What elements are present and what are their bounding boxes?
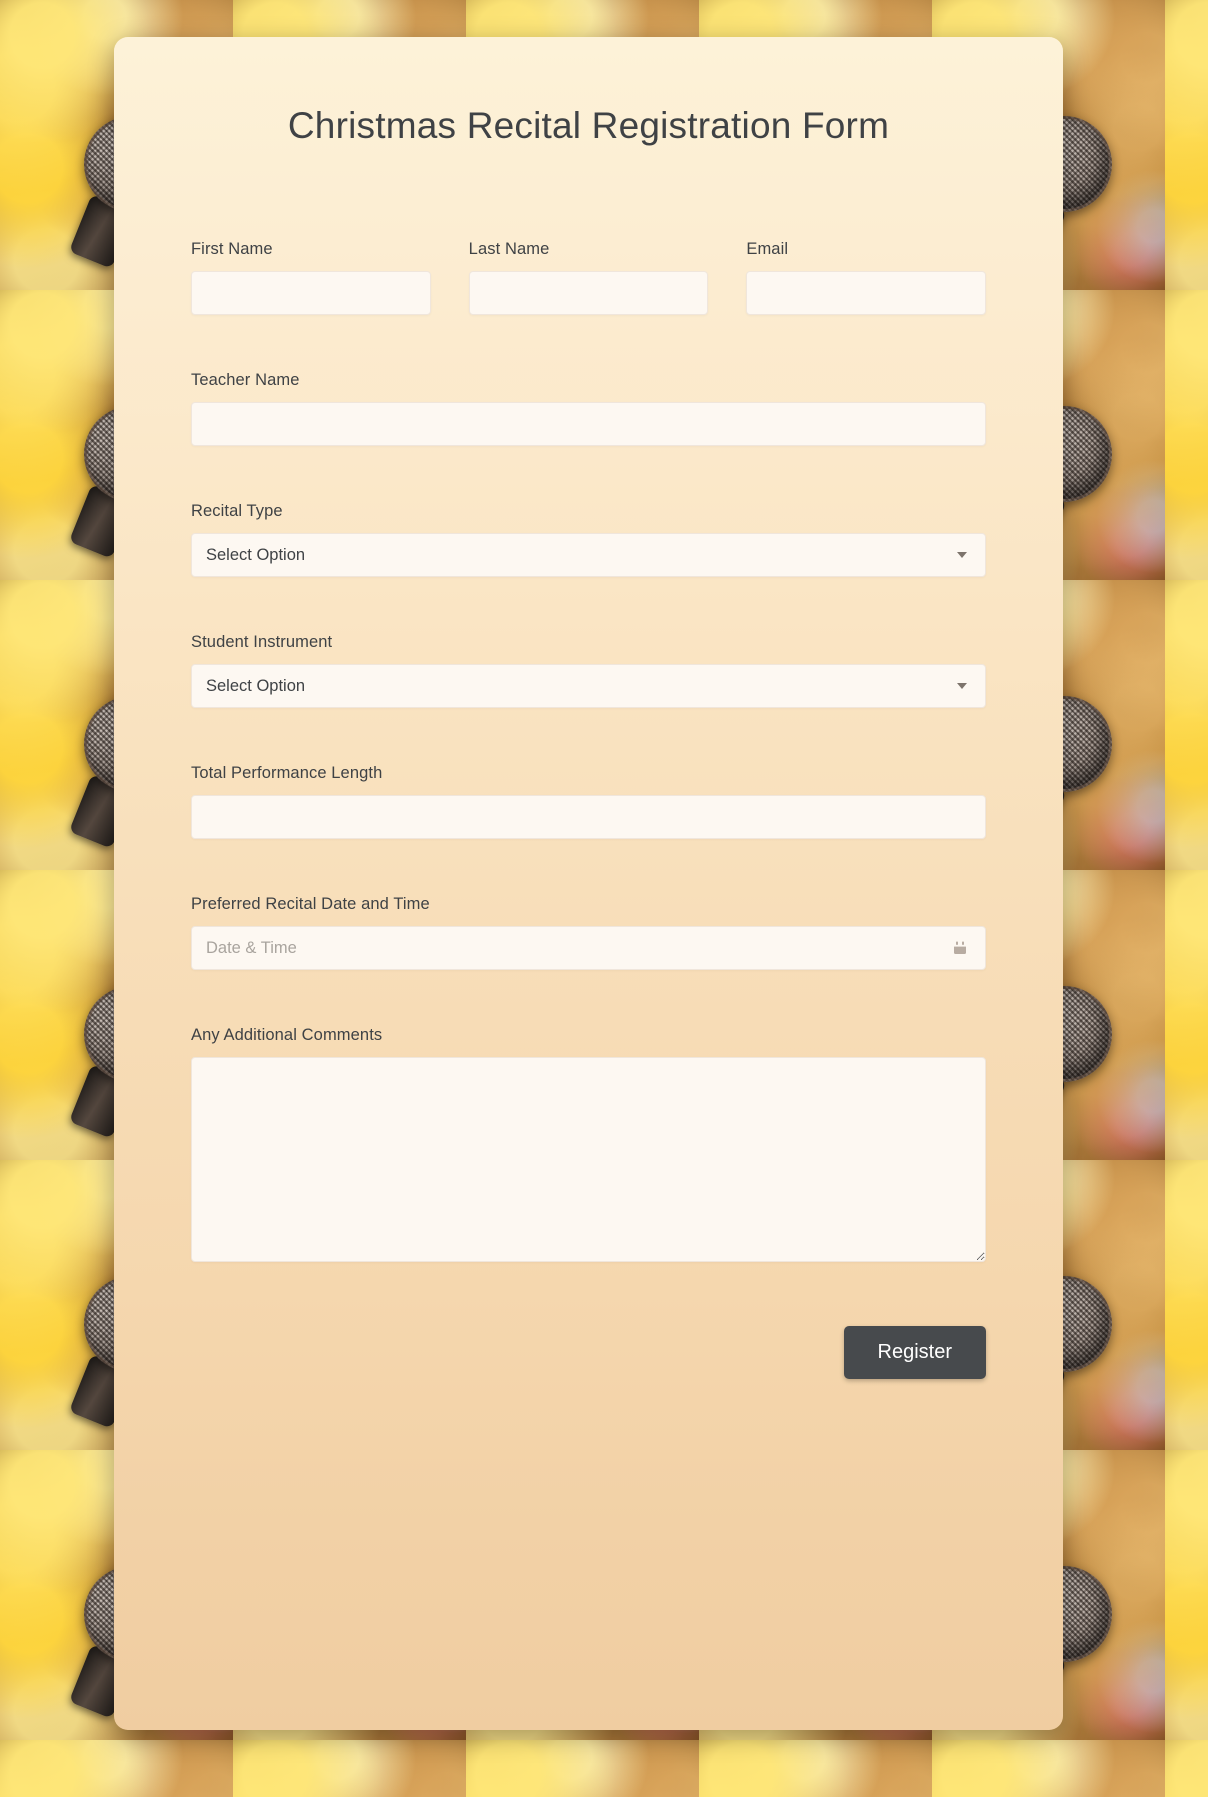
background-tile: [1165, 0, 1208, 290]
background-tile: [1165, 580, 1208, 870]
background-tile: [233, 1740, 466, 1797]
background-tile: [1165, 1160, 1208, 1450]
field-additional-comments: Any Additional Comments: [191, 1026, 986, 1262]
page-title: Christmas Recital Registration Form: [287, 105, 890, 146]
registration-form-card: Christmas Recital Registration Form Firs…: [114, 37, 1063, 1730]
first-name-input[interactable]: [191, 271, 431, 315]
student-instrument-select-wrap[interactable]: [191, 664, 986, 708]
student-instrument-select[interactable]: [191, 664, 986, 708]
recital-type-select-wrap[interactable]: [191, 533, 986, 577]
additional-comments-label: Any Additional Comments: [191, 1026, 383, 1044]
first-name-label: First Name: [191, 240, 273, 258]
background-tile: [0, 1740, 233, 1797]
background-tile: [1165, 1450, 1208, 1740]
last-name-input[interactable]: [468, 271, 709, 315]
field-recital-type: Recital Type: [191, 502, 986, 577]
total-performance-length-input[interactable]: [191, 795, 986, 839]
email-input[interactable]: [746, 271, 987, 315]
teacher-name-label: Teacher Name: [191, 371, 300, 389]
preferred-date-time-input[interactable]: [191, 926, 986, 970]
background-tile: [699, 1740, 932, 1797]
field-student-instrument: Student Instrument: [191, 633, 986, 708]
name-email-row: First Name Last Name Email: [191, 240, 987, 371]
background-tile: [1165, 290, 1208, 580]
total-performance-length-label: Total Performance Length: [191, 764, 383, 782]
preferred-date-time-wrap[interactable]: [191, 926, 986, 970]
teacher-name-input[interactable]: [191, 402, 986, 446]
background-tile: [932, 1740, 1165, 1797]
recital-type-select[interactable]: [191, 533, 986, 577]
student-instrument-label: Student Instrument: [191, 633, 333, 651]
email-label: Email: [746, 240, 789, 258]
form-body: First Name Last Name Email Teacher Name …: [114, 240, 1063, 1419]
background-tile: [1165, 870, 1208, 1160]
last-name-label: Last Name: [468, 240, 550, 258]
form-actions: Register: [191, 1326, 986, 1419]
field-email: Email: [746, 240, 987, 315]
field-teacher-name: Teacher Name: [191, 371, 986, 446]
field-total-performance-length: Total Performance Length: [191, 764, 986, 839]
additional-comments-textarea[interactable]: [191, 1057, 986, 1262]
preferred-date-time-label: Preferred Recital Date and Time: [191, 895, 430, 913]
field-first-name: First Name: [191, 240, 431, 315]
register-button[interactable]: Register: [843, 1326, 986, 1379]
field-last-name: Last Name: [468, 240, 709, 315]
background-tile: [1165, 1740, 1208, 1797]
recital-type-label: Recital Type: [191, 502, 283, 520]
background-tile: [466, 1740, 699, 1797]
field-preferred-date-time: Preferred Recital Date and Time: [191, 895, 986, 970]
